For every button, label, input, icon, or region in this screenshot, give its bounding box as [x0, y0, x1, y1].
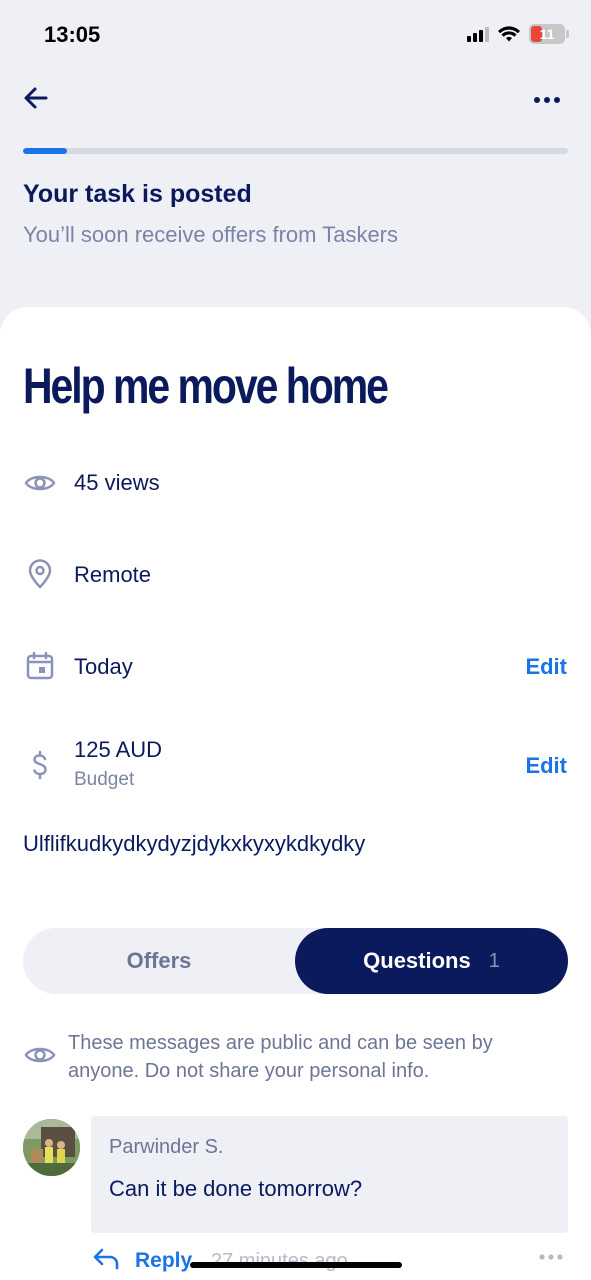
battery-level: 11 [539, 26, 555, 42]
offers-questions-tabs: Offers Questions 1 [23, 928, 568, 994]
tab-questions-label: Questions [363, 948, 471, 973]
reply-button[interactable]: Reply [135, 1249, 192, 1273]
wifi-icon [498, 26, 520, 42]
cellular-signal-icon [467, 26, 489, 42]
tab-questions[interactable]: Questions 1 [295, 928, 568, 994]
views-row: 45 views [0, 465, 591, 501]
arrow-left-icon[interactable] [20, 82, 52, 114]
calendar-icon [26, 651, 54, 680]
posted-subtitle: You’ll soon receive offers from Taskers [23, 222, 398, 247]
more-horizontal-icon[interactable] [538, 1252, 564, 1262]
battery-icon: 11 [529, 24, 569, 44]
progress-fill [23, 148, 67, 154]
budget-label: Budget [74, 769, 135, 790]
eye-icon [24, 1047, 56, 1063]
task-card: Help me move home 45 views Remote Today … [0, 307, 591, 1280]
location-pin-icon [28, 559, 52, 589]
home-indicator [190, 1262, 402, 1268]
more-horizontal-icon[interactable] [531, 84, 563, 116]
posting-progress-bar [23, 148, 568, 154]
budget-value: 125 AUD [74, 737, 163, 762]
avatar[interactable] [23, 1119, 80, 1176]
questions-count: 1 [488, 949, 500, 972]
dollar-icon [33, 750, 47, 780]
reply-icon[interactable] [91, 1246, 121, 1270]
question-message: Can it be done tomorrow? [109, 1176, 363, 1201]
location-value: Remote [74, 562, 152, 587]
task-description: Ulflifkudkydkydyzjdykxkyxykdkydky [23, 831, 366, 856]
tab-offers[interactable]: Offers [23, 928, 295, 994]
public-messages-notice: These messages are public and can be see… [68, 1032, 493, 1082]
edit-date-button[interactable]: Edit [525, 654, 567, 680]
status-bar: 13:05 11 [0, 0, 591, 70]
location-row: Remote [0, 557, 591, 593]
avatar-photo [23, 1119, 80, 1176]
question-actions: Reply 27 minutes ago [91, 1242, 568, 1278]
question-author[interactable]: Parwinder S. [109, 1136, 224, 1159]
budget-row: 125 AUD Budget Edit [0, 735, 591, 795]
date-value: Today [74, 654, 133, 679]
eye-icon [24, 475, 56, 491]
views-count: 45 views [74, 470, 160, 495]
edit-budget-button[interactable]: Edit [525, 753, 567, 779]
task-title: Help me move home [23, 358, 389, 414]
posted-title: Your task is posted [23, 180, 252, 208]
status-icons: 11 [467, 24, 569, 44]
date-row: Today Edit [0, 649, 591, 685]
question-bubble: Parwinder S. Can it be done tomorrow? [91, 1116, 568, 1233]
status-time: 13:05 [44, 22, 101, 47]
